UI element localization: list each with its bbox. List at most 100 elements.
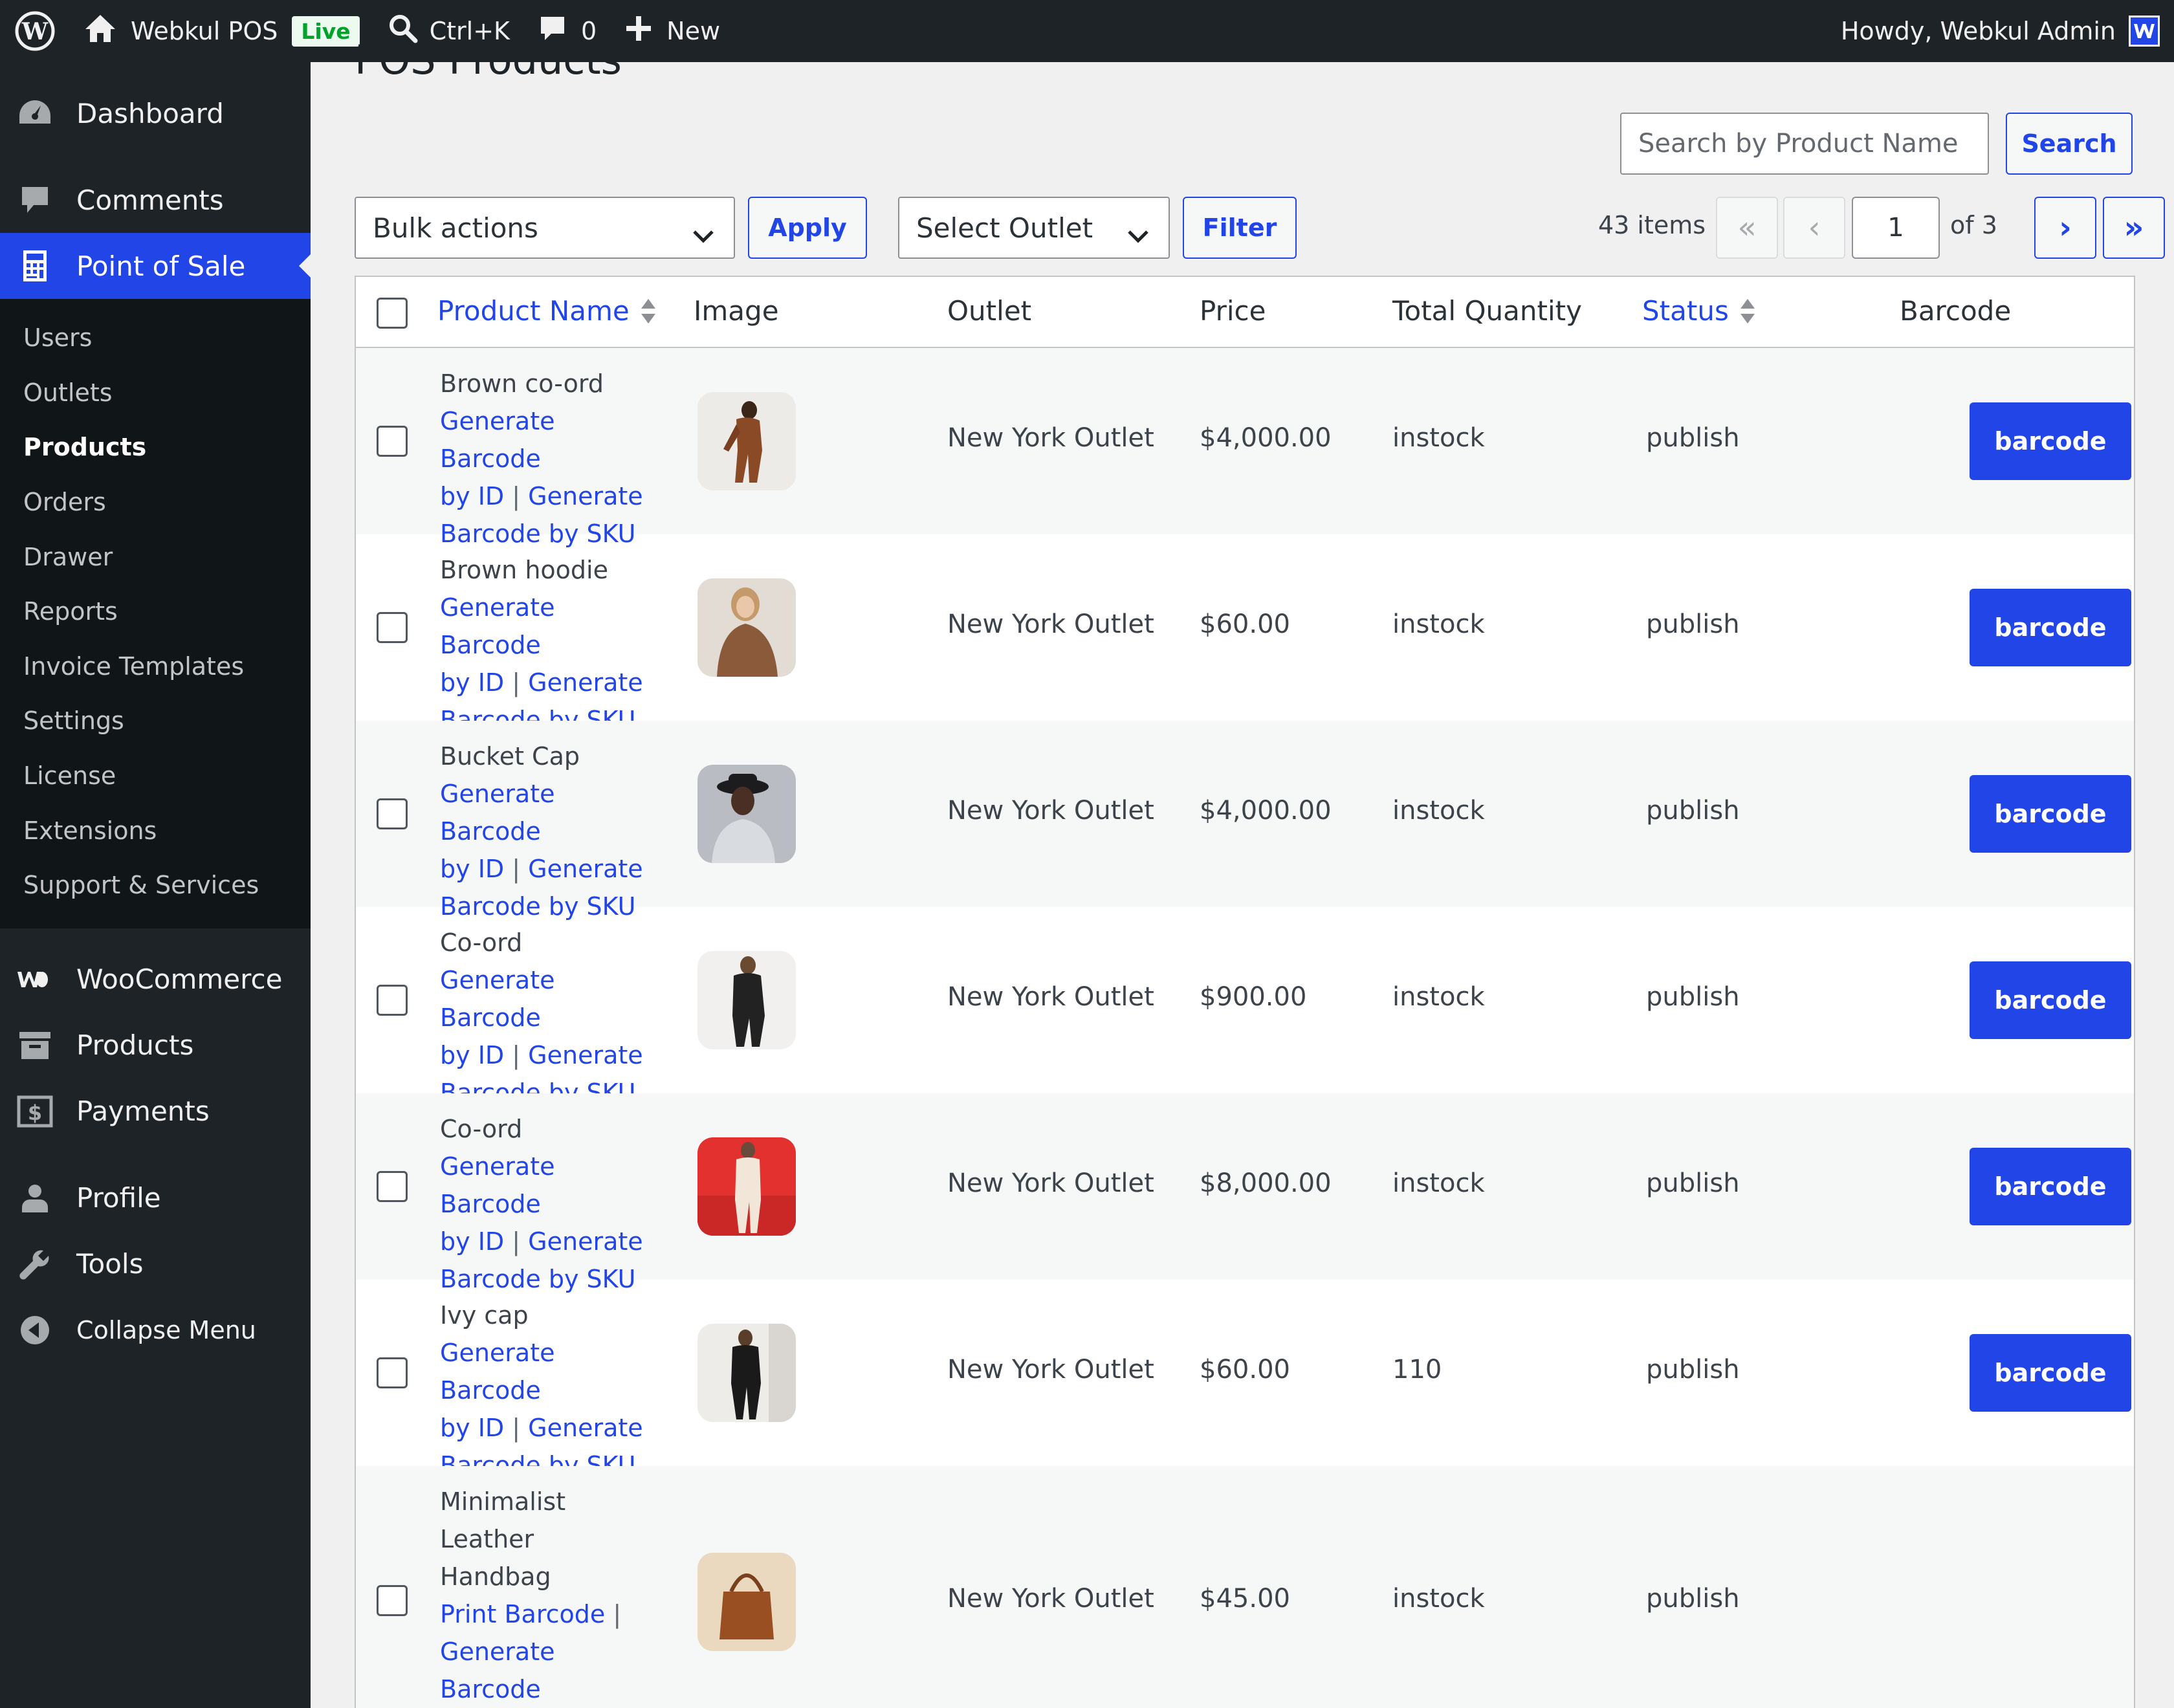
menu-profile-label: Profile: [76, 1182, 161, 1214]
apply-button[interactable]: Apply: [748, 197, 867, 259]
outlet-cell: New York Outlet: [947, 796, 1154, 826]
next-page-button[interactable]: ›: [2034, 197, 2096, 259]
barcode-button[interactable]: barcode: [1970, 775, 2131, 853]
table-row: Ivy cap Generate Barcode by ID | Generate…: [356, 1280, 2134, 1480]
wordpress-logo-icon[interactable]: W: [0, 0, 70, 62]
print-barcode-link[interactable]: Print Barcode: [440, 1600, 605, 1628]
submenu-reports[interactable]: Reports: [0, 584, 311, 639]
first-page-button[interactable]: «: [1716, 197, 1778, 259]
row-checkbox[interactable]: [377, 426, 408, 457]
collapse-menu-button[interactable]: Collapse Menu: [0, 1297, 311, 1363]
column-total-quantity: Total Quantity: [1392, 295, 1582, 327]
status-cell: publish: [1646, 423, 1740, 453]
menu-profile[interactable]: Profile: [0, 1165, 311, 1231]
menu-tools[interactable]: Tools: [0, 1231, 311, 1297]
search-button[interactable]: Search: [2006, 113, 2133, 175]
submenu-support-services[interactable]: Support & Services: [0, 858, 311, 913]
quantity-cell: instock: [1392, 1168, 1485, 1198]
page-title: POS Products: [355, 36, 622, 83]
submenu-extensions[interactable]: Extensions: [0, 803, 311, 858]
barcode-button[interactable]: barcode: [1970, 402, 2131, 480]
table-header: Product Name Image Outlet Price Total Qu…: [356, 277, 2134, 348]
product-name: Bucket Cap: [440, 742, 580, 771]
submenu-drawer[interactable]: Drawer: [0, 529, 311, 584]
product-name: Co-ord: [440, 928, 523, 957]
menu-woocommerce-label: WooCommerce: [76, 963, 283, 996]
comment-icon: [16, 181, 54, 219]
outlet-cell: New York Outlet: [947, 1168, 1154, 1198]
price-cell: $900.00: [1200, 982, 1307, 1012]
table-row: Co-ord Generate Barcode by ID | Generate B…: [356, 1093, 2134, 1293]
outlet-cell: New York Outlet: [947, 1584, 1154, 1614]
chevron-down-icon: [1127, 219, 1149, 250]
pos-submenu: Users Outlets Products Orders Drawer Rep…: [0, 299, 311, 928]
column-status[interactable]: Status: [1642, 295, 1756, 327]
site-name-link[interactable]: Webkul POS Live: [70, 0, 374, 62]
filter-button[interactable]: Filter: [1183, 197, 1297, 259]
submenu-orders[interactable]: Orders: [0, 475, 311, 530]
menu-comments[interactable]: Comments: [0, 167, 311, 233]
new-content-link[interactable]: New: [611, 0, 734, 62]
product-name: Ivy cap: [440, 1301, 529, 1330]
svg-text:W: W: [21, 18, 49, 45]
outlet-cell: New York Outlet: [947, 609, 1154, 639]
product-name: Brown co-ord: [440, 369, 604, 398]
product-name: Co-ord: [440, 1115, 523, 1143]
current-page-input[interactable]: 1: [1852, 197, 1940, 259]
menu-woocommerce[interactable]: WooCommerce: [0, 947, 311, 1013]
barcode-button[interactable]: barcode: [1970, 961, 2131, 1039]
quantity-cell: instock: [1392, 982, 1485, 1012]
live-badge: Live: [292, 16, 360, 47]
last-page-button[interactable]: »: [2103, 197, 2165, 259]
prev-page-button[interactable]: ‹: [1783, 197, 1845, 259]
column-status-label: Status: [1642, 295, 1729, 327]
row-checkbox[interactable]: [377, 1585, 408, 1616]
barcode-button[interactable]: barcode: [1970, 589, 2131, 666]
product-name: Minimalist Leather Handbag: [440, 1487, 566, 1591]
select-all-checkbox[interactable]: [377, 298, 408, 329]
row-checkbox[interactable]: [377, 1357, 408, 1388]
search-input[interactable]: Search by Product Name: [1620, 113, 1989, 175]
submenu-users[interactable]: Users: [0, 311, 311, 366]
woocommerce-icon: [16, 960, 54, 999]
product-thumbnail: [697, 951, 796, 1049]
row-checkbox[interactable]: [377, 612, 408, 643]
new-label: New: [666, 17, 721, 45]
outlet-select-value: Select Outlet: [916, 212, 1093, 244]
product-name: Brown hoodie: [440, 556, 608, 584]
outlet-select[interactable]: Select Outlet: [898, 197, 1170, 259]
archive-icon: [16, 1026, 54, 1065]
user-icon: [16, 1179, 54, 1218]
price-cell: $4,000.00: [1200, 423, 1332, 453]
product-thumbnail: [697, 1137, 796, 1236]
submenu-license[interactable]: License: [0, 749, 311, 804]
bulk-actions-select[interactable]: Bulk actions: [355, 197, 735, 259]
menu-products-label: Products: [76, 1029, 194, 1062]
menu-products[interactable]: Products: [0, 1013, 311, 1078]
my-account-link[interactable]: Howdy, Webkul Admin: [1841, 16, 2174, 47]
column-product-name[interactable]: Product Name: [437, 295, 657, 327]
row-checkbox[interactable]: [377, 985, 408, 1016]
outlet-cell: New York Outlet: [947, 982, 1154, 1012]
barcode-button[interactable]: barcode: [1970, 1334, 2131, 1412]
submenu-settings[interactable]: Settings: [0, 694, 311, 749]
submenu-products[interactable]: Products: [0, 420, 311, 475]
menu-payments[interactable]: $ Payments: [0, 1078, 311, 1144]
quantity-cell: instock: [1392, 796, 1485, 826]
table-row: Minimalist Leather Handbag Print Barcode …: [356, 1466, 2134, 1708]
menu-point-of-sale[interactable]: Point of Sale: [0, 233, 311, 299]
row-checkbox[interactable]: [377, 798, 408, 829]
generate-barcode-by-id-link[interactable]: Generate Barcodeby ID: [440, 1637, 554, 1708]
dashboard-icon: [16, 94, 54, 133]
outlet-cell: New York Outlet: [947, 423, 1154, 453]
submenu-outlets[interactable]: Outlets: [0, 366, 311, 421]
barcode-button[interactable]: barcode: [1970, 1148, 2131, 1225]
row-checkbox[interactable]: [377, 1171, 408, 1202]
price-cell: $4,000.00: [1200, 796, 1332, 826]
status-cell: publish: [1646, 609, 1740, 639]
status-cell: publish: [1646, 982, 1740, 1012]
submenu-invoice-templates[interactable]: Invoice Templates: [0, 639, 311, 694]
quantity-cell: instock: [1392, 1584, 1485, 1614]
outlet-cell: New York Outlet: [947, 1355, 1154, 1385]
menu-dashboard[interactable]: Dashboard: [0, 80, 311, 146]
